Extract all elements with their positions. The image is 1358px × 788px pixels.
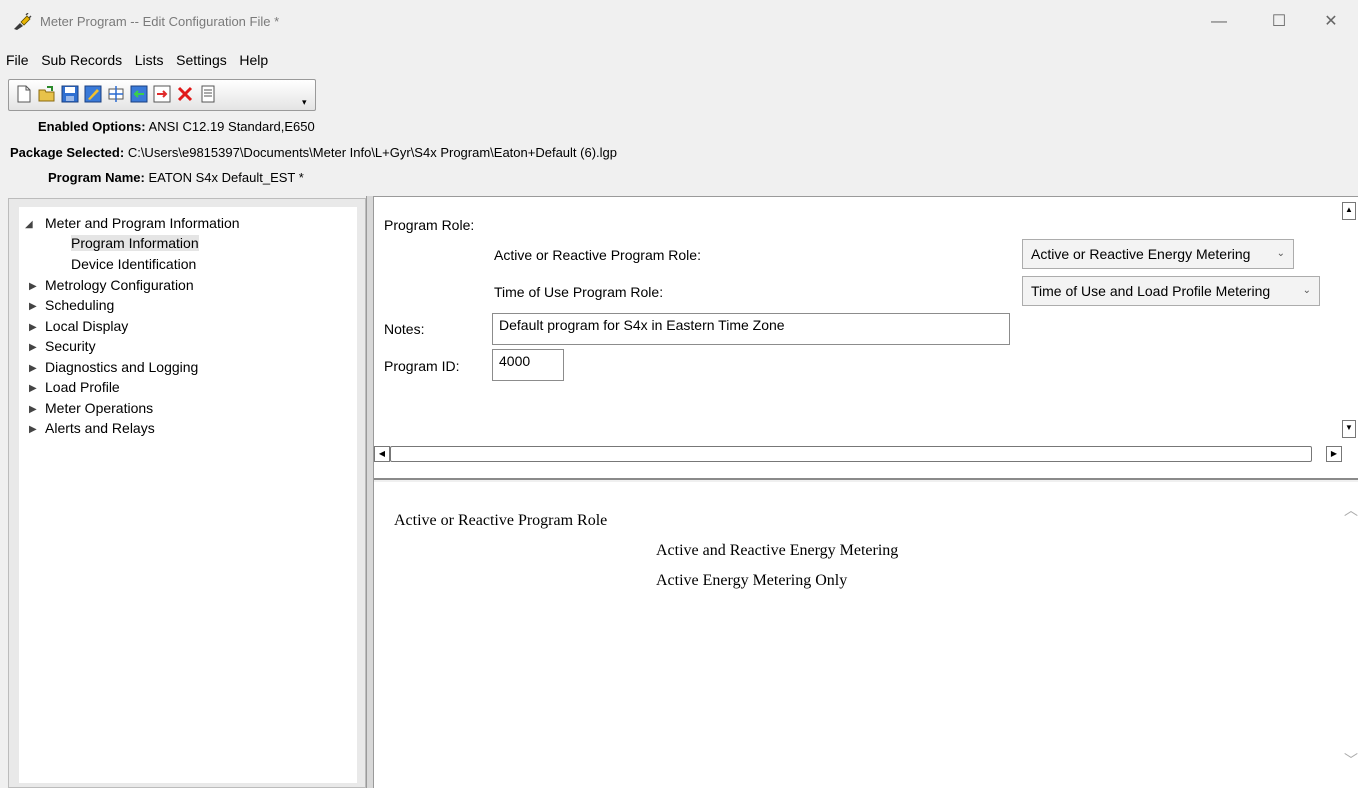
scroll-down-button[interactable]: ▼ [1342, 420, 1356, 438]
import-icon[interactable] [130, 85, 148, 103]
tree-item-security[interactable]: Security [45, 338, 96, 354]
expanded-arrow-icon[interactable]: ◢ [25, 219, 33, 230]
open-icon[interactable] [38, 85, 56, 103]
menu-bar: File Sub Records Lists Settings Help [6, 52, 277, 70]
package-selected-label: Package Selected: [10, 145, 125, 160]
insert-icon[interactable] [107, 85, 125, 103]
toolbar-overflow-chevron-icon[interactable]: ▾ [302, 97, 307, 108]
scroll-right-button[interactable]: ▶ [1326, 446, 1342, 462]
menu-lists[interactable]: Lists [135, 52, 164, 68]
tree-item-meter-operations[interactable]: Meter Operations [45, 400, 153, 416]
tree-item-diagnostics-and-logging[interactable]: Diagnostics and Logging [45, 359, 198, 375]
help-scroll-down-icon[interactable]: ﹀ [1344, 750, 1358, 770]
chevron-down-icon: ⌄ [1302, 285, 1311, 296]
export-icon[interactable] [153, 85, 171, 103]
menu-sub-records[interactable]: Sub Records [41, 52, 122, 68]
enabled-options-label: Enabled Options: [38, 119, 146, 134]
active-reactive-role-value: Active or Reactive Energy Metering [1031, 246, 1251, 262]
edit-icon[interactable] [84, 85, 102, 103]
program-id-input[interactable]: 4000 [492, 349, 564, 381]
horizontal-scrollbar[interactable]: ◀ ▶ [374, 444, 1344, 464]
active-reactive-role-label: Active or Reactive Program Role: [494, 247, 701, 263]
tree-item-alerts-and-relays[interactable]: Alerts and Relays [45, 420, 155, 436]
menu-help[interactable]: Help [239, 52, 268, 68]
properties-icon[interactable] [199, 85, 217, 103]
help-heading: Active or Reactive Program Role [394, 512, 608, 529]
tou-role-select[interactable]: Time of Use and Load Profile Metering ⌄ [1022, 276, 1320, 306]
active-reactive-role-select[interactable]: Active or Reactive Energy Metering ⌄ [1022, 239, 1294, 269]
notes-input[interactable]: Default program for S4x in Eastern Time … [492, 313, 1010, 345]
package-selected-row: Package Selected: C:\Users\e9815397\Docu… [10, 145, 617, 160]
collapsed-arrow-icon[interactable]: ▶ [29, 342, 37, 353]
maximize-button[interactable]: ☐ [1256, 8, 1302, 36]
collapsed-arrow-icon[interactable]: ▶ [29, 363, 37, 374]
collapsed-arrow-icon[interactable]: ▶ [29, 322, 37, 333]
scroll-up-button[interactable]: ▲ [1342, 202, 1356, 220]
program-information-form: Program Role: Active or Reactive Program… [374, 196, 1358, 480]
enabled-options-row: Enabled Options: ANSI C12.19 Standard,E6… [38, 119, 315, 134]
toolbar: ▾ [8, 79, 316, 111]
program-name-label: Program Name: [48, 170, 145, 185]
title-bar: Meter Program -- Edit Configuration File… [0, 0, 1358, 44]
new-icon[interactable] [15, 85, 33, 103]
scroll-left-button[interactable]: ◀ [374, 446, 390, 462]
program-role-label: Program Role: [384, 217, 475, 233]
help-scroll-up-icon[interactable]: ︿ [1344, 500, 1358, 520]
collapsed-arrow-icon[interactable]: ▶ [29, 383, 37, 394]
tree-item-load-profile[interactable]: Load Profile [45, 379, 120, 395]
program-name-row: Program Name: EATON S4x Default_EST * [48, 170, 304, 185]
menu-file[interactable]: File [6, 52, 29, 68]
collapsed-arrow-icon[interactable]: ▶ [29, 301, 37, 312]
help-pane: Active or Reactive Program Role Active a… [374, 482, 1358, 788]
window-title: Meter Program -- Edit Configuration File… [40, 14, 280, 29]
tree-item-local-display[interactable]: Local Display [45, 318, 128, 334]
navigation-tree: ◢ Meter and Program Information Program … [19, 207, 357, 783]
tou-role-value: Time of Use and Load Profile Metering [1031, 283, 1271, 299]
minimize-button[interactable]: — [1196, 8, 1242, 36]
program-id-label: Program ID: [384, 358, 460, 374]
notes-label: Notes: [384, 321, 425, 337]
save-icon[interactable] [61, 85, 79, 103]
meter-program-app-icon [14, 13, 32, 30]
tree-item-meter-and-program-information[interactable]: Meter and Program Information [45, 215, 240, 231]
delete-icon[interactable] [176, 85, 194, 103]
chevron-down-icon: ⌄ [1276, 248, 1285, 259]
tree-item-metrology-configuration[interactable]: Metrology Configuration [45, 277, 194, 293]
close-button[interactable]: ✕ [1308, 8, 1354, 36]
pane-splitter[interactable] [366, 196, 374, 788]
tree-item-program-information[interactable]: Program Information [71, 235, 199, 251]
program-name-value: EATON S4x Default_EST * [148, 170, 304, 185]
tou-role-label: Time of Use Program Role: [494, 284, 664, 300]
package-selected-value: C:\Users\e9815397\Documents\Meter Info\L… [127, 145, 617, 160]
help-option: Active and Reactive Energy Metering [656, 542, 899, 559]
collapsed-arrow-icon[interactable]: ▶ [29, 281, 37, 292]
menu-settings[interactable]: Settings [176, 52, 227, 68]
horizontal-scroll-thumb[interactable] [390, 446, 1312, 462]
help-option: Active Energy Metering Only [656, 572, 848, 589]
collapsed-arrow-icon[interactable]: ▶ [29, 424, 37, 435]
tree-item-device-identification[interactable]: Device Identification [71, 256, 196, 272]
enabled-options-value: ANSI C12.19 Standard,E650 [148, 119, 315, 134]
collapsed-arrow-icon[interactable]: ▶ [29, 404, 37, 415]
navigation-tree-pane: ◢ Meter and Program Information Program … [8, 198, 366, 788]
tree-item-scheduling[interactable]: Scheduling [45, 297, 114, 313]
